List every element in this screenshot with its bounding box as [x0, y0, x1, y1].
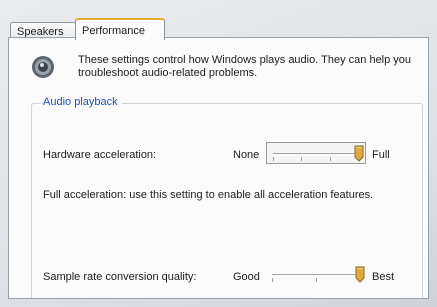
- sample-rate-thumb[interactable]: [355, 266, 365, 283]
- sample-rate-ticks: [272, 278, 361, 282]
- hardware-acceleration-max-label: Full: [372, 149, 390, 161]
- performance-panel: These settings control how Windows plays…: [8, 37, 429, 299]
- hardware-acceleration-track: [273, 153, 359, 156]
- tab-performance-label: Performance: [82, 25, 145, 37]
- speaker-icon: [32, 56, 54, 78]
- hardware-acceleration-slider[interactable]: [266, 142, 366, 164]
- hardware-acceleration-ticks: [273, 157, 360, 161]
- intro-text: These settings control how Windows plays…: [78, 54, 412, 79]
- tab-performance[interactable]: Performance: [75, 18, 165, 40]
- sample-rate-slider[interactable]: [266, 264, 366, 286]
- hardware-acceleration-thumb[interactable]: [354, 145, 364, 162]
- sample-rate-label: Sample rate conversion quality:: [43, 271, 197, 283]
- tab-strip: Speakers Performance: [10, 12, 430, 40]
- sample-rate-max-label: Best: [372, 271, 395, 283]
- hardware-acceleration-label: Hardware acceleration:: [43, 149, 157, 161]
- hardware-acceleration-description: Full acceleration: use this setting to e…: [43, 189, 374, 201]
- section-title-audio-playback: Audio playback: [43, 96, 122, 108]
- hardware-acceleration-min-label: None: [233, 149, 260, 161]
- audio-properties-dialog: Speakers Performance These settings cont…: [0, 0, 437, 307]
- sample-rate-min-label: Good: [233, 271, 260, 283]
- sample-rate-track: [272, 274, 360, 277]
